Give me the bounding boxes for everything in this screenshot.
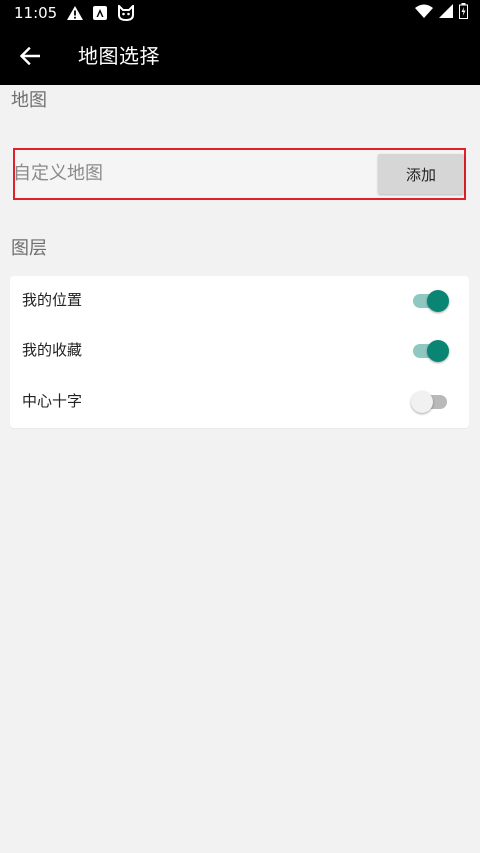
arrow-left-icon[interactable]: [14, 40, 46, 72]
status-bar: 11:05: [0, 0, 480, 26]
cat-face-icon: [117, 5, 135, 21]
signal-icon: [439, 4, 453, 18]
app-bar: 地图选择: [0, 26, 480, 85]
center-crosshair-toggle[interactable]: [411, 391, 447, 413]
status-right: [415, 3, 468, 19]
switch-thumb: [427, 340, 449, 362]
status-left: 11:05: [14, 3, 135, 23]
switch-thumb: [411, 391, 433, 413]
add-button[interactable]: 添加: [378, 154, 464, 194]
battery-icon: [459, 3, 468, 19]
layer-item-my-location[interactable]: 我的位置: [10, 276, 469, 326]
warning-icon: [67, 6, 84, 20]
wifi-icon: [415, 4, 433, 18]
my-favorites-toggle[interactable]: [413, 340, 449, 362]
custom-map-row: 自定义地图 添加: [13, 148, 466, 200]
layer-label: 我的位置: [22, 291, 83, 309]
my-location-toggle[interactable]: [413, 290, 449, 312]
switch-thumb: [427, 290, 449, 312]
layers-card: 我的位置 我的收藏 中心十字: [10, 276, 469, 428]
app-store-icon: [93, 6, 108, 20]
layer-label: 中心十字: [22, 392, 83, 410]
layer-item-center-crosshair[interactable]: 中心十字: [10, 377, 469, 427]
custom-map-label: 自定义地图: [13, 163, 103, 184]
status-time: 11:05: [14, 4, 58, 22]
layer-label: 我的收藏: [22, 341, 83, 359]
map-section-title: 地图: [11, 90, 47, 111]
layers-section-title: 图层: [11, 238, 47, 259]
page-title: 地图选择: [78, 44, 160, 68]
layer-item-my-favorites[interactable]: 我的收藏: [10, 326, 469, 376]
